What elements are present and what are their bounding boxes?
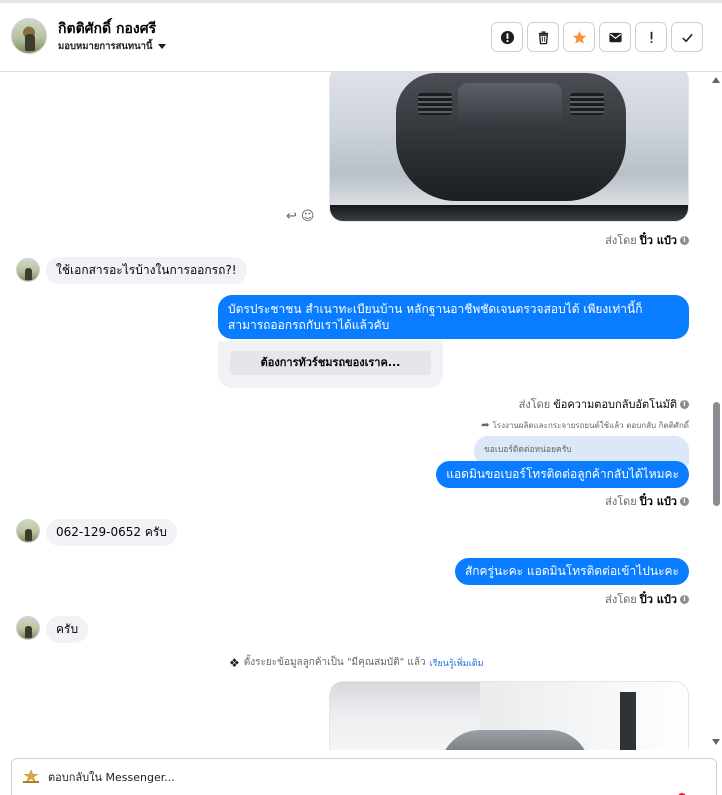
message-input[interactable] (48, 767, 648, 787)
conversation-page: กิตติศักดิ์ กองศรี มอบหมายการสนทนานี้ ↩ … (0, 0, 722, 795)
envelope-icon (608, 32, 622, 42)
scrollbar-thumb[interactable] (713, 402, 720, 506)
contact-avatar-small[interactable] (16, 519, 40, 543)
contact-avatar-small[interactable] (16, 258, 40, 282)
exclamation-circle-icon (500, 30, 514, 44)
sender-name[interactable]: ปิ๋ว แป๋ว (640, 590, 677, 608)
outgoing-message: สักครู่นะคะ แอดมินโทรติดต่อเข้าไปนะคะ (454, 558, 689, 585)
hood-vent (570, 93, 604, 115)
sender-name[interactable]: ปิ๋ว แป๋ว (640, 231, 677, 249)
garage-post (620, 692, 636, 750)
sent-by-label: ส่งโดย ปิ๋ว แป๋ว i (605, 590, 689, 608)
assign-label: มอบหมายการสนทนานี้ (58, 41, 153, 52)
delete-button[interactable] (527, 22, 559, 52)
hood-vent (418, 93, 452, 115)
contact-avatar-small[interactable] (16, 616, 40, 640)
scroll-down-arrow-icon[interactable] (712, 739, 720, 745)
exclamation-icon (650, 31, 652, 43)
incoming-message: ครับ (46, 616, 89, 643)
mark-done-button[interactable] (671, 22, 703, 52)
top-divider (0, 0, 722, 3)
message-thread[interactable]: ↩ ☺ ส่งโดย ปิ๋ว แป๋ว i ใช้เอกสารอะไรบ้าง… (0, 72, 722, 750)
system-notice: ❖ ตั้งระยะข้อมูลลูกค้าเป็น "มีคุณสมบัติ"… (229, 655, 484, 670)
mark-unread-button[interactable] (599, 22, 631, 52)
sent-by-label: ส่งโดย ปิ๋ว แป๋ว i (605, 492, 689, 510)
reply-icon[interactable]: ↩ (286, 209, 297, 224)
flag-button[interactable] (635, 22, 667, 52)
attachment-image[interactable] (329, 72, 689, 222)
report-spam-button[interactable] (491, 22, 523, 52)
attachment-image[interactable] (329, 681, 689, 750)
star-button[interactable] (563, 22, 595, 52)
lead-stage-icon: ❖ (229, 655, 240, 670)
auto-reply-sender: ข้อความตอบกลับอัตโนมัติ (553, 398, 677, 411)
outgoing-message: แอดมินขอเบอร์โทรติดต่อลูกค้ากลับได้ไหมคะ (436, 461, 689, 488)
reply-composer (11, 758, 717, 795)
quick-reply-card: ต้องการทัวร์ชมรถของเราค... (218, 341, 443, 388)
smiley-icon[interactable]: ☺ (301, 209, 315, 224)
info-icon[interactable]: i (680, 235, 689, 245)
sent-by-label: ส่งโดย ข้อความตอบกลับอัตโนมัติ i (519, 395, 689, 413)
contact-name[interactable]: กิตติศักดิ์ กองศรี (58, 18, 156, 40)
reply-arrow-icon: ➦ (481, 420, 490, 431)
trash-icon (538, 30, 548, 44)
star-icon (572, 30, 586, 44)
header-actions (491, 22, 703, 52)
info-icon[interactable]: i (680, 594, 689, 604)
scroll-up-arrow-icon[interactable] (712, 77, 720, 83)
assign-conversation-dropdown[interactable]: มอบหมายการสนทนานี้ (58, 39, 166, 54)
car-hood-photo (396, 73, 626, 201)
reply-context: ➦ โรงงานผลิตและกระจายรถยนต์ใช้แล้ว ตอบกล… (481, 420, 689, 431)
check-icon (681, 33, 693, 42)
hood-scoop (458, 83, 562, 129)
info-icon[interactable]: i (680, 399, 689, 409)
conversation-header: กิตติศักดิ์ กองศรี มอบหมายการสนทนานี้ (0, 0, 722, 72)
contact-avatar[interactable] (11, 18, 47, 54)
outgoing-message: บัตรประชาชน สำเนาทะเบียนบ้าน หลักฐานอาชี… (218, 295, 689, 339)
quick-reply-button[interactable]: ต้องการทัวร์ชมรถของเราค... (230, 351, 431, 375)
page-logo-icon (23, 769, 39, 783)
incoming-message: 062-129-0652 ครับ (46, 519, 177, 546)
learn-more-link[interactable]: เรียนรู้เพิ่มเติม (430, 656, 484, 670)
message-actions: ↩ ☺ (286, 209, 314, 224)
scrollbar[interactable] (710, 72, 722, 750)
sender-name[interactable]: ปิ๋ว แป๋ว (640, 492, 677, 510)
incoming-message: ใช้เอกสารอะไรบ้างในการออกรถ?! (46, 257, 247, 284)
sent-by-label: ส่งโดย ปิ๋ว แป๋ว i (605, 231, 689, 249)
info-icon[interactable]: i (680, 496, 689, 506)
caret-down-icon (157, 44, 166, 49)
car-bumper (330, 205, 688, 221)
